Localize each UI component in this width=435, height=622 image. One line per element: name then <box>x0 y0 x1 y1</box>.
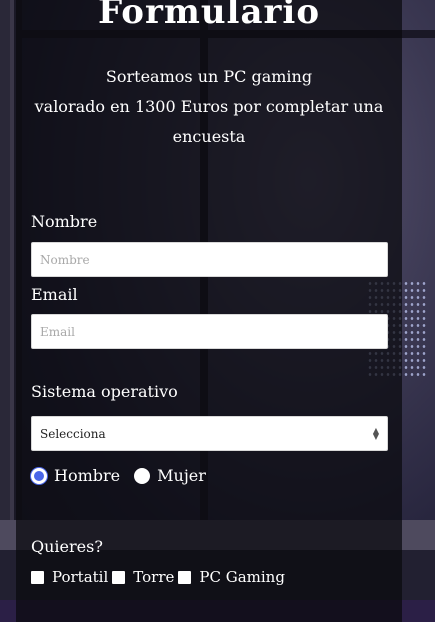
checkbox-portatil[interactable] <box>31 570 44 584</box>
radio-mujer[interactable] <box>134 467 151 484</box>
radio-label-mujer: Mujer <box>157 466 206 485</box>
check-option-pc-gaming[interactable]: PC Gaming <box>178 568 285 586</box>
check-option-portatil[interactable]: Portatil <box>31 568 108 586</box>
radio-option-mujer[interactable]: Mujer <box>134 466 206 485</box>
radio-option-hombre[interactable]: Hombre <box>31 466 120 485</box>
wants-label: Quieres? <box>31 537 103 556</box>
subtitle-line: valorado en 1300 Euros por completar una <box>34 97 384 116</box>
subtitle-line: Sorteamos un PC gaming <box>105 67 313 86</box>
os-select[interactable]: Selecciona ▲ ▼ <box>31 416 388 451</box>
checkbox-label-portatil: Portatil <box>52 568 109 586</box>
form-subtitle: Sorteamos un PC gaming valorado en 1300 … <box>16 62 402 152</box>
checkbox-pc-gaming[interactable] <box>178 570 192 584</box>
checkbox-torre[interactable] <box>112 570 126 584</box>
page-title: Formulario <box>97 0 321 32</box>
os-label: Sistema operativo <box>31 382 178 401</box>
wants-checkbox-group: Portatil Torre PC Gaming <box>31 568 289 586</box>
subtitle-line: encuesta <box>172 127 246 146</box>
gender-radio-group: Hombre Mujer <box>31 466 220 485</box>
radio-hombre[interactable] <box>31 467 47 484</box>
name-field[interactable] <box>31 242 388 277</box>
checkbox-label-pc-gaming: PC Gaming <box>199 568 285 586</box>
email-field[interactable] <box>31 314 388 349</box>
checkbox-label-torre: Torre <box>133 568 175 586</box>
check-option-torre[interactable]: Torre <box>112 568 174 586</box>
name-label: Nombre <box>31 212 98 231</box>
select-arrows-icon: ▲ ▼ <box>372 425 379 441</box>
radio-label-hombre: Hombre <box>54 466 121 485</box>
email-label: Email <box>31 285 78 304</box>
os-select-value: Selecciona <box>40 426 106 441</box>
